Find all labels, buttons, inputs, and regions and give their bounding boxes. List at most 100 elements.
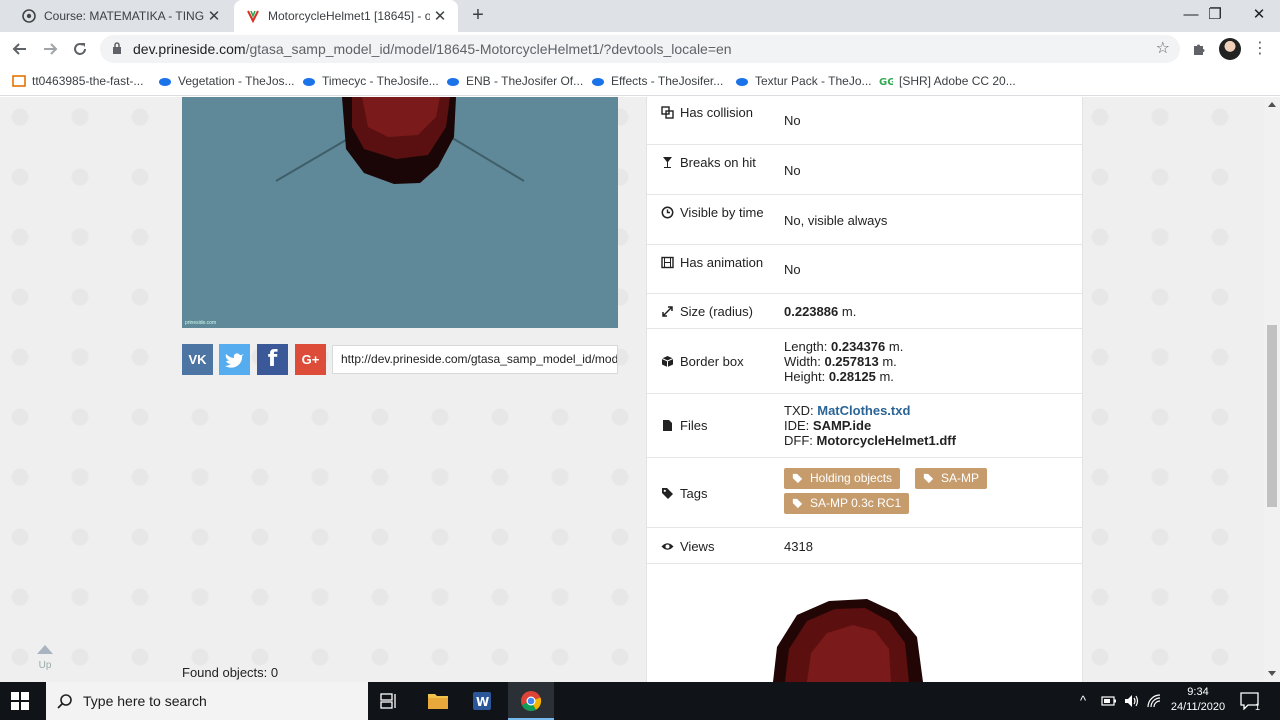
tag-icon: [792, 498, 803, 509]
tag-badge[interactable]: SA-MP: [915, 468, 988, 489]
scroll-up-button[interactable]: Up: [36, 645, 54, 671]
helmet-preview-image: [773, 599, 923, 682]
film-icon: [661, 256, 674, 269]
bookmark-star-icon[interactable]: ☆: [1156, 38, 1170, 58]
gg-icon: GG: [879, 77, 893, 88]
profile-avatar[interactable]: [1219, 38, 1241, 60]
reload-button[interactable]: [68, 37, 92, 61]
page-scrollbar[interactable]: [1264, 97, 1280, 682]
model-viewer[interactable]: prineside.com: [182, 97, 618, 328]
twitter-bird-icon: [224, 352, 244, 368]
viewer-watermark: prineside.com: [185, 320, 217, 326]
file-explorer-icon[interactable]: [426, 689, 450, 713]
tab-strip: Course: MATEMATIKA - TINGKAT ✕ Motorcycl…: [0, 0, 1280, 32]
cloud-icon: [592, 78, 604, 86]
facebook-share-button[interactable]: f: [257, 344, 288, 375]
task-view-icon[interactable]: [380, 693, 398, 709]
arrow-left-icon: [12, 43, 26, 55]
info-row-visible-time: Visible by time No, visible always: [647, 195, 1082, 245]
wifi-icon[interactable]: [1147, 694, 1163, 708]
chrome-icon[interactable]: [519, 689, 543, 713]
close-window-button[interactable]: ✕: [1236, 0, 1280, 32]
close-tab-icon[interactable]: ✕: [430, 7, 450, 25]
up-label: Up: [38, 660, 52, 671]
windows-start-icon[interactable]: [11, 692, 29, 710]
info-value: 0.223886 m.: [784, 304, 857, 319]
forward-button[interactable]: [38, 37, 62, 61]
info-label: Tags: [661, 486, 771, 501]
tag-badge[interactable]: Holding objects: [784, 468, 901, 489]
bookmark-item[interactable]: tt0463985-the-fast-...: [12, 72, 143, 90]
resize-arrows-icon: [662, 306, 673, 317]
scroll-down-arrow-icon[interactable]: [1268, 671, 1276, 676]
found-objects-text: Found objects: 0: [182, 665, 279, 680]
bookmark-item[interactable]: Effects - TheJosifer...: [591, 72, 723, 90]
word-icon[interactable]: W: [470, 689, 494, 713]
share-url-field[interactable]: http://dev.prineside.com/gtasa_samp_mode…: [332, 345, 618, 374]
vk-share-button[interactable]: VK: [182, 344, 213, 375]
lock-icon: [113, 42, 121, 54]
browser-menu-icon[interactable]: ⋮: [1252, 38, 1268, 58]
tab-helmet[interactable]: MotorcycleHelmet1 [18645] - obj ✕: [234, 0, 458, 32]
info-row-size: Size (radius) 0.223886 m.: [647, 294, 1082, 329]
info-label: Has animation: [661, 255, 771, 270]
taskbar-clock[interactable]: 9:34 24/11/2020: [1170, 685, 1226, 715]
info-value: TXD: MatClothes.txd IDE: SAMP.ide DFF: M…: [784, 403, 956, 448]
info-value: No: [784, 262, 801, 277]
address-bar[interactable]: dev.prineside.com/gtasa_samp_model_id/mo…: [100, 35, 1180, 63]
info-value: No, visible always: [784, 213, 888, 228]
tag-badge[interactable]: SA-MP 0.3c RC1: [784, 493, 910, 514]
info-row-border-box: Border box Length: 0.234376 m. Width: 0.…: [647, 329, 1082, 394]
cloud-icon: [303, 78, 315, 86]
info-label: Files: [661, 418, 771, 433]
tab-title: Course: MATEMATIKA - TINGKAT: [44, 9, 204, 23]
arrow-right-icon: [44, 43, 58, 55]
new-tab-button[interactable]: +: [466, 4, 490, 28]
maximize-button[interactable]: ❐: [1192, 0, 1238, 32]
url-host: dev.prineside.com: [133, 41, 246, 57]
eye-icon: [661, 543, 674, 550]
info-label: Visible by time: [661, 205, 771, 220]
googleplus-share-button[interactable]: G+: [295, 344, 326, 375]
info-row-breaks: Breaks on hit No: [647, 145, 1082, 195]
prineside-icon: [247, 10, 259, 23]
tag-icon: [792, 473, 803, 484]
info-value: No: [784, 163, 801, 178]
search-icon: [57, 694, 72, 709]
cloud-icon: [447, 78, 459, 86]
bookmark-item[interactable]: Timecyc - TheJosife...: [302, 72, 439, 90]
txd-link[interactable]: MatClothes.txd: [817, 403, 910, 418]
helmet-render: [275, 97, 525, 184]
info-label: Border box: [661, 354, 771, 369]
close-tab-icon[interactable]: ✕: [204, 7, 224, 25]
bookmark-label: tt0463985-the-fast-...: [32, 74, 144, 88]
facebook-icon: f: [267, 347, 278, 372]
battery-icon[interactable]: [1101, 695, 1117, 707]
scroll-up-arrow-icon[interactable]: [1268, 102, 1276, 107]
info-row-views: Views 4318: [647, 528, 1082, 564]
extensions-puzzle-icon[interactable]: [1191, 41, 1207, 57]
bookmark-label: [SHR] Adobe CC 20...: [899, 74, 1016, 88]
bookmark-item[interactable]: GG [SHR] Adobe CC 20...: [879, 72, 1016, 90]
cube-icon: [661, 356, 674, 367]
bookmark-item[interactable]: ENB - TheJosifer Of...: [446, 72, 583, 90]
volume-icon[interactable]: [1124, 694, 1140, 708]
url-path: /gtasa_samp_model_id/model/18645-Motorcy…: [245, 41, 732, 57]
scroll-thumb[interactable]: [1267, 325, 1277, 507]
twitter-share-button[interactable]: [219, 344, 250, 375]
info-label: Breaks on hit: [661, 155, 771, 170]
taskbar-search[interactable]: Type here to search: [46, 682, 368, 720]
clock-icon: [661, 206, 674, 219]
notification-count: 1: [1255, 702, 1261, 712]
clock-time: 9:34: [1187, 686, 1209, 698]
bookmark-item[interactable]: Vegetation - TheJos...: [158, 72, 295, 90]
cloud-icon: [159, 78, 171, 86]
info-label: Has collision: [661, 105, 771, 120]
bookmark-item[interactable]: Textur Pack - TheJo...: [735, 72, 872, 90]
info-label: Views: [661, 539, 771, 554]
tray-chevron-up-icon[interactable]: ^: [1080, 693, 1086, 708]
url-text: dev.prineside.com/gtasa_samp_model_id/mo…: [133, 41, 732, 57]
info-value: 4318: [784, 539, 813, 554]
tab-course[interactable]: Course: MATEMATIKA - TINGKAT ✕: [12, 0, 232, 32]
back-button[interactable]: [8, 37, 32, 61]
